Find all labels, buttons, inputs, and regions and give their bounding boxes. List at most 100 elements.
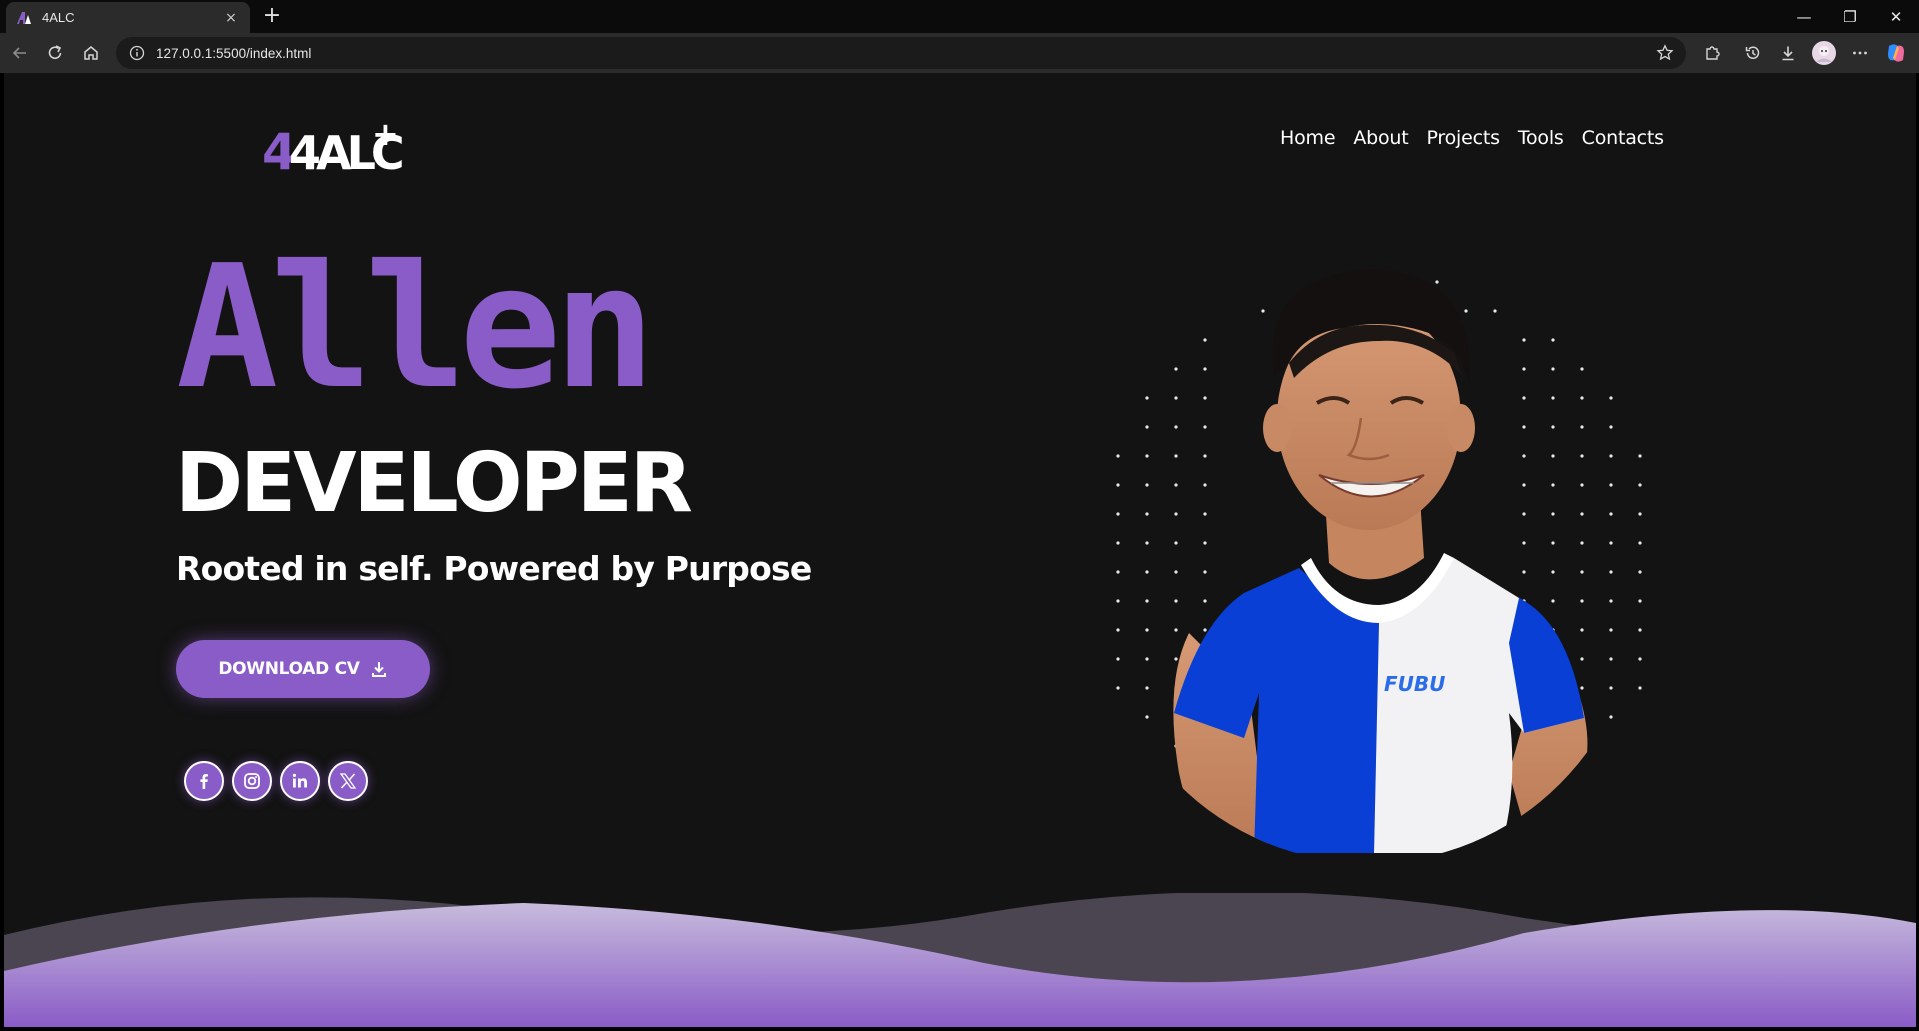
home-icon: [84, 46, 98, 60]
halo-dot: [1493, 309, 1497, 313]
halo-dot: [1609, 425, 1613, 429]
halo-dot: [1522, 396, 1526, 400]
halo-dot: [1174, 425, 1178, 429]
extensions-button[interactable]: [1697, 38, 1727, 68]
social-links: [184, 761, 376, 801]
browser-tab[interactable]: 4ALC ×: [6, 2, 250, 33]
hero-role: DEVELOPER: [175, 436, 693, 531]
halo-dot: [1174, 541, 1178, 545]
halo-dot: [1609, 512, 1613, 516]
tab-close-icon[interactable]: ×: [222, 10, 240, 26]
halo-dot: [1203, 454, 1207, 458]
halo-dot: [1261, 309, 1265, 313]
halo-dot: [1580, 657, 1584, 661]
nav-link-tools[interactable]: Tools: [1518, 127, 1564, 149]
linkedin-icon[interactable]: [280, 761, 320, 801]
hero-name: Allen: [176, 229, 656, 427]
halo-dot: [1203, 483, 1207, 487]
halo-dot: [1609, 657, 1613, 661]
more-dots-icon: [1853, 51, 1867, 55]
halo-dot: [1609, 396, 1613, 400]
copilot-button[interactable]: [1881, 38, 1911, 68]
halo-dot: [1174, 454, 1178, 458]
halo-dot: [1609, 599, 1613, 603]
x-twitter-icon[interactable]: [328, 761, 368, 801]
downloads-button[interactable]: [1773, 38, 1803, 68]
halo-dot: [1116, 570, 1120, 574]
halo-dot: [1551, 367, 1555, 371]
portfolio-page: 4 4ALC + Home About Projects Tools Conta…: [4, 73, 1916, 1027]
halo-dot: [1145, 396, 1149, 400]
wave-footer: [4, 893, 1916, 1027]
halo-dot: [1174, 628, 1178, 632]
instagram-icon[interactable]: [232, 761, 272, 801]
bookmark-star-icon[interactable]: [1654, 42, 1676, 64]
halo-dot: [1116, 541, 1120, 545]
halo-dot: [1580, 454, 1584, 458]
halo-dot: [1522, 367, 1526, 371]
halo-dot: [1551, 425, 1555, 429]
halo-dot: [1203, 570, 1207, 574]
halo-dot: [1580, 599, 1584, 603]
halo-dot: [1116, 628, 1120, 632]
site-logo[interactable]: 4 4ALC +: [258, 115, 408, 175]
nav-link-contacts[interactable]: Contacts: [1582, 127, 1664, 149]
tab-title: 4ALC: [42, 10, 75, 25]
home-button[interactable]: [76, 38, 106, 68]
new-tab-button[interactable]: +: [258, 3, 286, 31]
back-arrow-icon: [12, 47, 26, 59]
halo-dot: [1551, 454, 1555, 458]
download-cv-button[interactable]: DOWNLOAD CV: [176, 640, 430, 698]
halo-dot: [1174, 599, 1178, 603]
halo-dot: [1203, 367, 1207, 371]
download-icon: [1782, 46, 1794, 61]
back-button[interactable]: [5, 38, 35, 68]
reload-button[interactable]: [40, 38, 70, 68]
halo-dot: [1145, 541, 1149, 545]
more-menu-button[interactable]: [1845, 38, 1875, 68]
download-cv-label: DOWNLOAD CV: [218, 659, 360, 679]
puzzle-icon: [1706, 46, 1720, 60]
halo-dot: [1116, 686, 1120, 690]
halo-dot: [1609, 570, 1613, 574]
halo-dot: [1116, 599, 1120, 603]
halo-dot: [1638, 599, 1642, 603]
halo-dot: [1580, 541, 1584, 545]
halo-dot: [1145, 483, 1149, 487]
halo-dot: [1145, 657, 1149, 661]
nav-link-home[interactable]: Home: [1280, 127, 1336, 149]
halo-dot: [1203, 599, 1207, 603]
site-info-icon[interactable]: [128, 44, 146, 62]
halo-dot: [1145, 686, 1149, 690]
halo-dot: [1145, 570, 1149, 574]
close-window-button[interactable]: ✕: [1873, 0, 1919, 33]
reload-icon: [48, 45, 62, 59]
address-bar[interactable]: 127.0.0.1:5500/index.html: [116, 37, 1686, 69]
halo-dot: [1116, 454, 1120, 458]
halo-dot: [1522, 425, 1526, 429]
download-icon: [371, 662, 386, 677]
halo-dot: [1580, 367, 1584, 371]
halo-dot: [1145, 715, 1149, 719]
halo-dot: [1464, 309, 1468, 313]
facebook-icon[interactable]: [184, 761, 224, 801]
halo-dot: [1638, 628, 1642, 632]
nav-link-about[interactable]: About: [1353, 127, 1408, 149]
halo-dot: [1174, 570, 1178, 574]
halo-dot: [1145, 454, 1149, 458]
restore-button[interactable]: ❐: [1827, 0, 1873, 33]
halo-dot: [1145, 512, 1149, 516]
nav-link-projects[interactable]: Projects: [1427, 127, 1501, 149]
halo-dot: [1638, 686, 1642, 690]
halo-dot: [1580, 686, 1584, 690]
halo-dot: [1203, 425, 1207, 429]
history-button[interactable]: [1738, 38, 1768, 68]
halo-dot: [1638, 657, 1642, 661]
halo-dot: [1551, 599, 1555, 603]
halo-dot: [1580, 512, 1584, 516]
minimize-button[interactable]: —: [1781, 0, 1827, 33]
halo-dot: [1522, 512, 1526, 516]
halo-dot: [1551, 570, 1555, 574]
avatar-icon: [1812, 41, 1836, 65]
profile-avatar[interactable]: [1809, 38, 1839, 68]
